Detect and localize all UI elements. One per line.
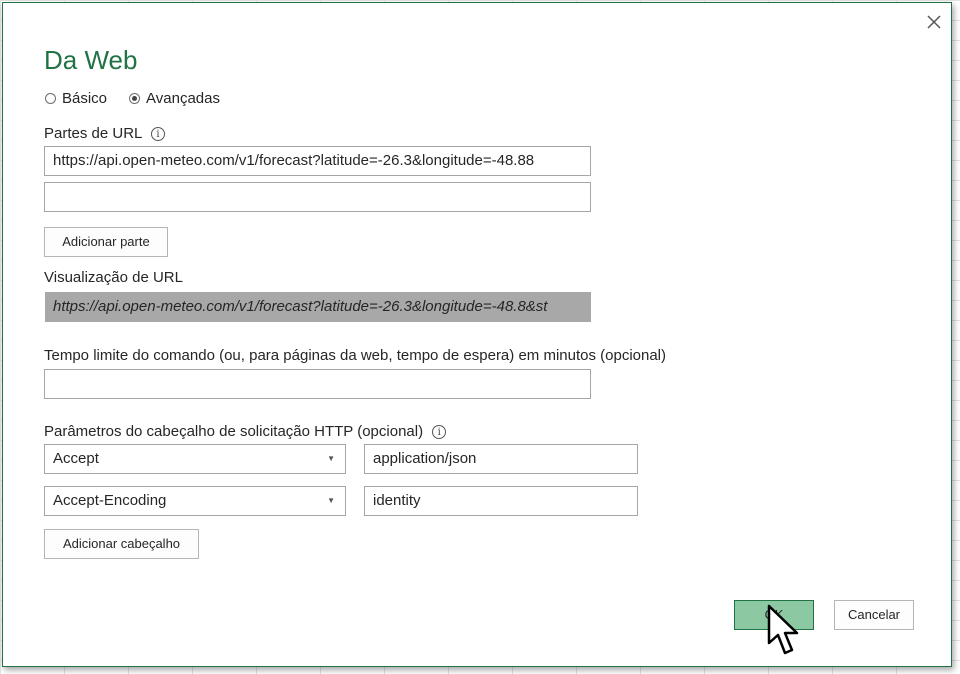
close-icon[interactable] bbox=[921, 9, 947, 35]
chevron-down-icon[interactable]: ▼ bbox=[327, 487, 335, 515]
advanced-radio[interactable]: Avançadas bbox=[129, 90, 220, 107]
url-preview-value: https://api.open-meteo.com/v1/forecast?l… bbox=[45, 292, 591, 322]
url-preview-label: Visualização de URL bbox=[44, 269, 183, 286]
basic-radio[interactable]: Básico bbox=[45, 90, 107, 107]
add-header-button[interactable]: Adicionar cabeçalho bbox=[44, 529, 199, 559]
header-name-select-2[interactable]: Accept-Encoding ▼ bbox=[44, 486, 346, 516]
advanced-radio-label: Avançadas bbox=[146, 90, 220, 107]
dialog-title: Da Web bbox=[44, 45, 138, 75]
url-part-1-input[interactable]: https://api.open-meteo.com/v1/forecast?l… bbox=[44, 146, 591, 176]
headers-info-icon[interactable]: i bbox=[432, 425, 447, 439]
url-parts-label: Partes de URL bbox=[44, 125, 142, 142]
headers-label: Parâmetros do cabeçalho de solicitação H… bbox=[44, 423, 424, 440]
basic-radio-circle[interactable] bbox=[45, 93, 56, 104]
header-value-input-1[interactable]: application/json bbox=[364, 444, 638, 474]
from-web-dialog: Da Web Básico Avançadas Partes de URL i … bbox=[2, 2, 952, 667]
cancel-button[interactable]: Cancelar bbox=[834, 600, 914, 630]
url-parts-info-icon[interactable]: i bbox=[151, 127, 165, 141]
url-parts-label-row: Partes de URL i bbox=[44, 125, 165, 142]
ok-button[interactable]: OK bbox=[734, 600, 814, 630]
advanced-radio-circle[interactable] bbox=[129, 93, 141, 104]
chevron-down-icon[interactable]: ▼ bbox=[327, 445, 335, 473]
timeout-label: Tempo limite do comando (ou, para página… bbox=[44, 347, 667, 364]
timeout-input[interactable] bbox=[44, 369, 591, 399]
add-part-button[interactable]: Adicionar parte bbox=[44, 227, 168, 257]
header-name-2-value: Accept-Encoding bbox=[53, 492, 167, 509]
basic-radio-label: Básico bbox=[62, 90, 108, 107]
headers-label-row: Parâmetros do cabeçalho de solicitação H… bbox=[44, 423, 447, 440]
mode-radio-group: Básico Avançadas bbox=[45, 90, 242, 107]
header-value-input-2[interactable]: identity bbox=[364, 486, 638, 516]
url-part-2-input[interactable] bbox=[44, 182, 591, 212]
header-name-1-value: Accept bbox=[53, 450, 99, 467]
header-name-select-1[interactable]: Accept ▼ bbox=[44, 444, 346, 474]
